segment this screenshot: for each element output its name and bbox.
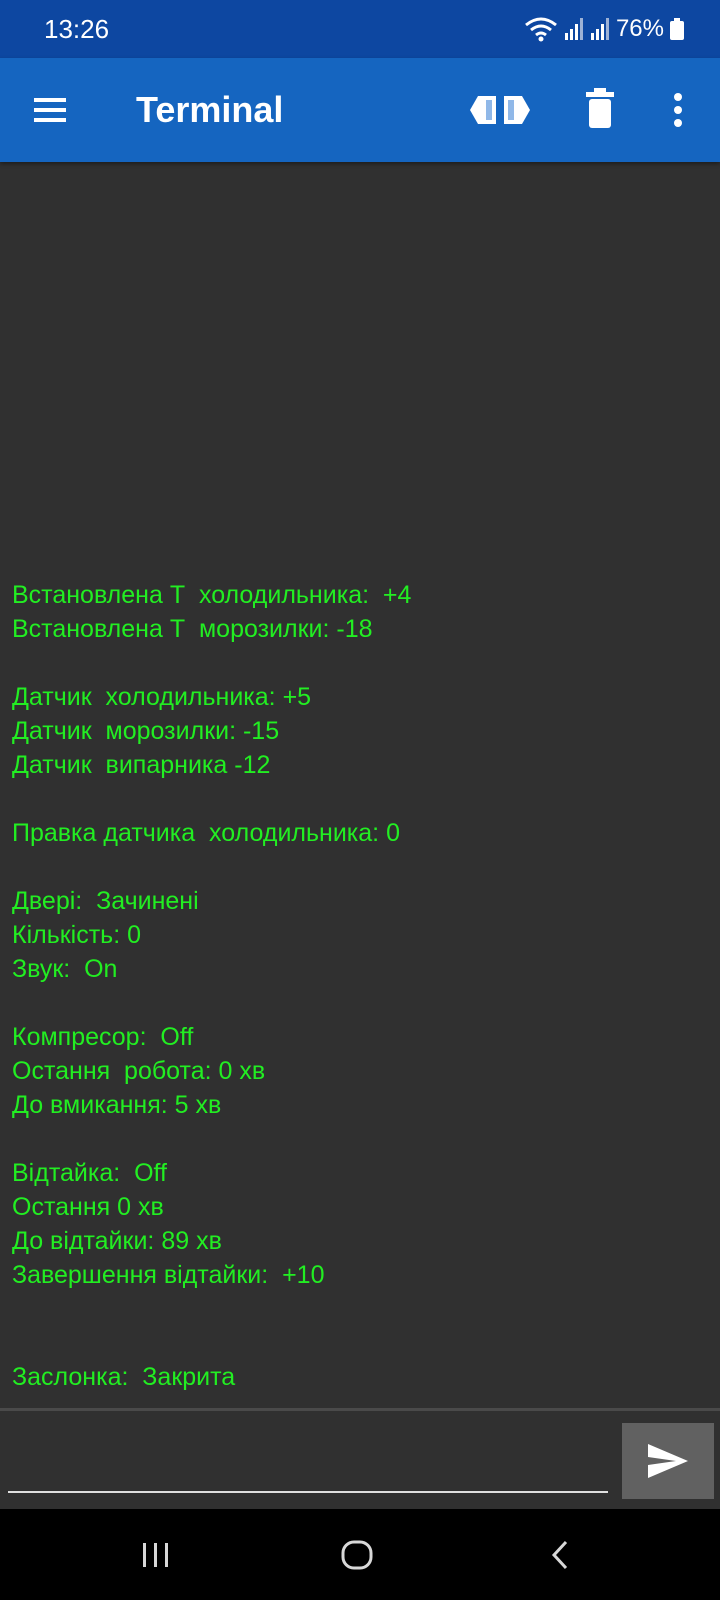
status-bar: 13:26 76%: [0, 0, 720, 58]
terminal-line: Встановлена Т холодильника: +4: [12, 581, 412, 609]
status-time: 13:26: [44, 14, 110, 44]
terminal-line: Остання 0 хв: [12, 1193, 164, 1221]
signal-icon: [590, 18, 609, 40]
back-icon[interactable]: [548, 1539, 572, 1571]
terminal-line: Датчик холодильника: +5: [12, 683, 312, 711]
terminal-line: Заслонка: Закрита: [12, 1363, 236, 1391]
home-icon[interactable]: [340, 1539, 374, 1571]
connect-icon[interactable]: [468, 92, 532, 128]
send-button[interactable]: [622, 1423, 714, 1499]
terminal-line: Остання робота: 0 хв: [12, 1057, 266, 1085]
recent-apps-icon[interactable]: [140, 1539, 172, 1571]
terminal-line: Звук: On: [12, 955, 118, 983]
wifi-icon: [525, 17, 557, 42]
command-input[interactable]: [8, 1429, 608, 1493]
app-bar: Terminal: [0, 58, 720, 162]
navigation-bar: [0, 1509, 720, 1600]
terminal-line: Двері: Зачинені: [12, 887, 199, 915]
terminal-line: Встановлена Т морозилки: -18: [12, 615, 373, 643]
terminal-line: Компресор: Off: [12, 1023, 194, 1051]
terminal-line: Кількість: 0: [12, 921, 141, 949]
terminal-line: До вмикання: 5 хв: [12, 1091, 222, 1119]
terminal-line: Датчик морозилки: -15: [12, 717, 280, 745]
battery-icon: [670, 18, 684, 40]
terminal-line: До відтайки: 89 хв: [12, 1227, 222, 1255]
send-icon: [648, 1444, 688, 1478]
input-bar: [0, 1411, 720, 1509]
more-vert-icon[interactable]: [664, 90, 692, 130]
terminal-line: Правка датчика холодильника: 0: [12, 819, 400, 847]
menu-icon[interactable]: [30, 92, 70, 128]
battery-percent: 76%: [615, 15, 664, 42]
app-title: Terminal: [136, 89, 284, 130]
terminal-line: Завершення відтайки: +10: [12, 1261, 325, 1289]
status-icons: 76%: [524, 12, 684, 46]
terminal-line: Датчик випарника -12: [12, 751, 271, 779]
delete-icon[interactable]: [584, 86, 616, 130]
terminal-output: Встановлена Т холодильника: +4 Встановлен…: [12, 578, 712, 1394]
signal-icon: [564, 18, 583, 40]
terminal-line: Відтайка: Off: [12, 1159, 167, 1187]
